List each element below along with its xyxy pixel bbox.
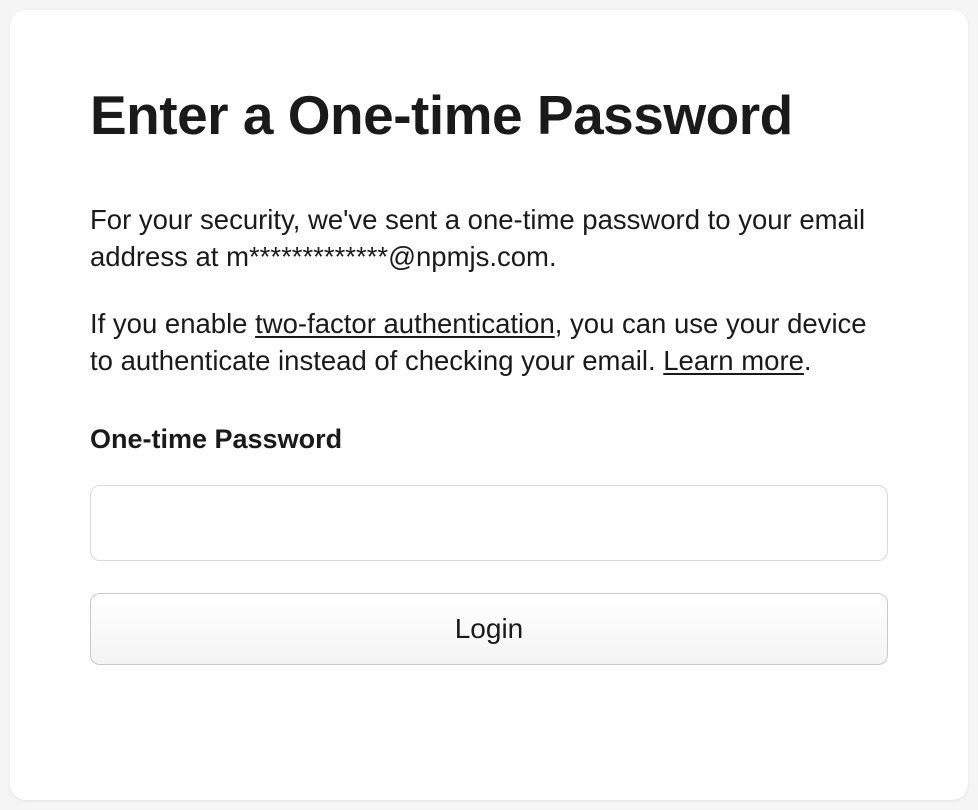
otp-input[interactable] [90,485,888,561]
otp-desc-suffix: . [549,241,557,272]
tfa-text-3: . [804,345,812,376]
otp-label: One-time Password [90,424,888,455]
otp-description: For your security, we've sent a one-time… [90,201,888,275]
otp-card: Enter a One-time Password For your secur… [10,10,968,800]
login-button[interactable]: Login [90,593,888,665]
two-factor-auth-link[interactable]: two-factor authentication [255,308,555,339]
learn-more-link[interactable]: Learn more [663,345,804,376]
page-title: Enter a One-time Password [90,85,888,146]
masked-email: m*************@npmjs.com [226,241,549,272]
tfa-suggestion: If you enable two-factor authentication,… [90,305,888,379]
tfa-text-1: If you enable [90,308,255,339]
